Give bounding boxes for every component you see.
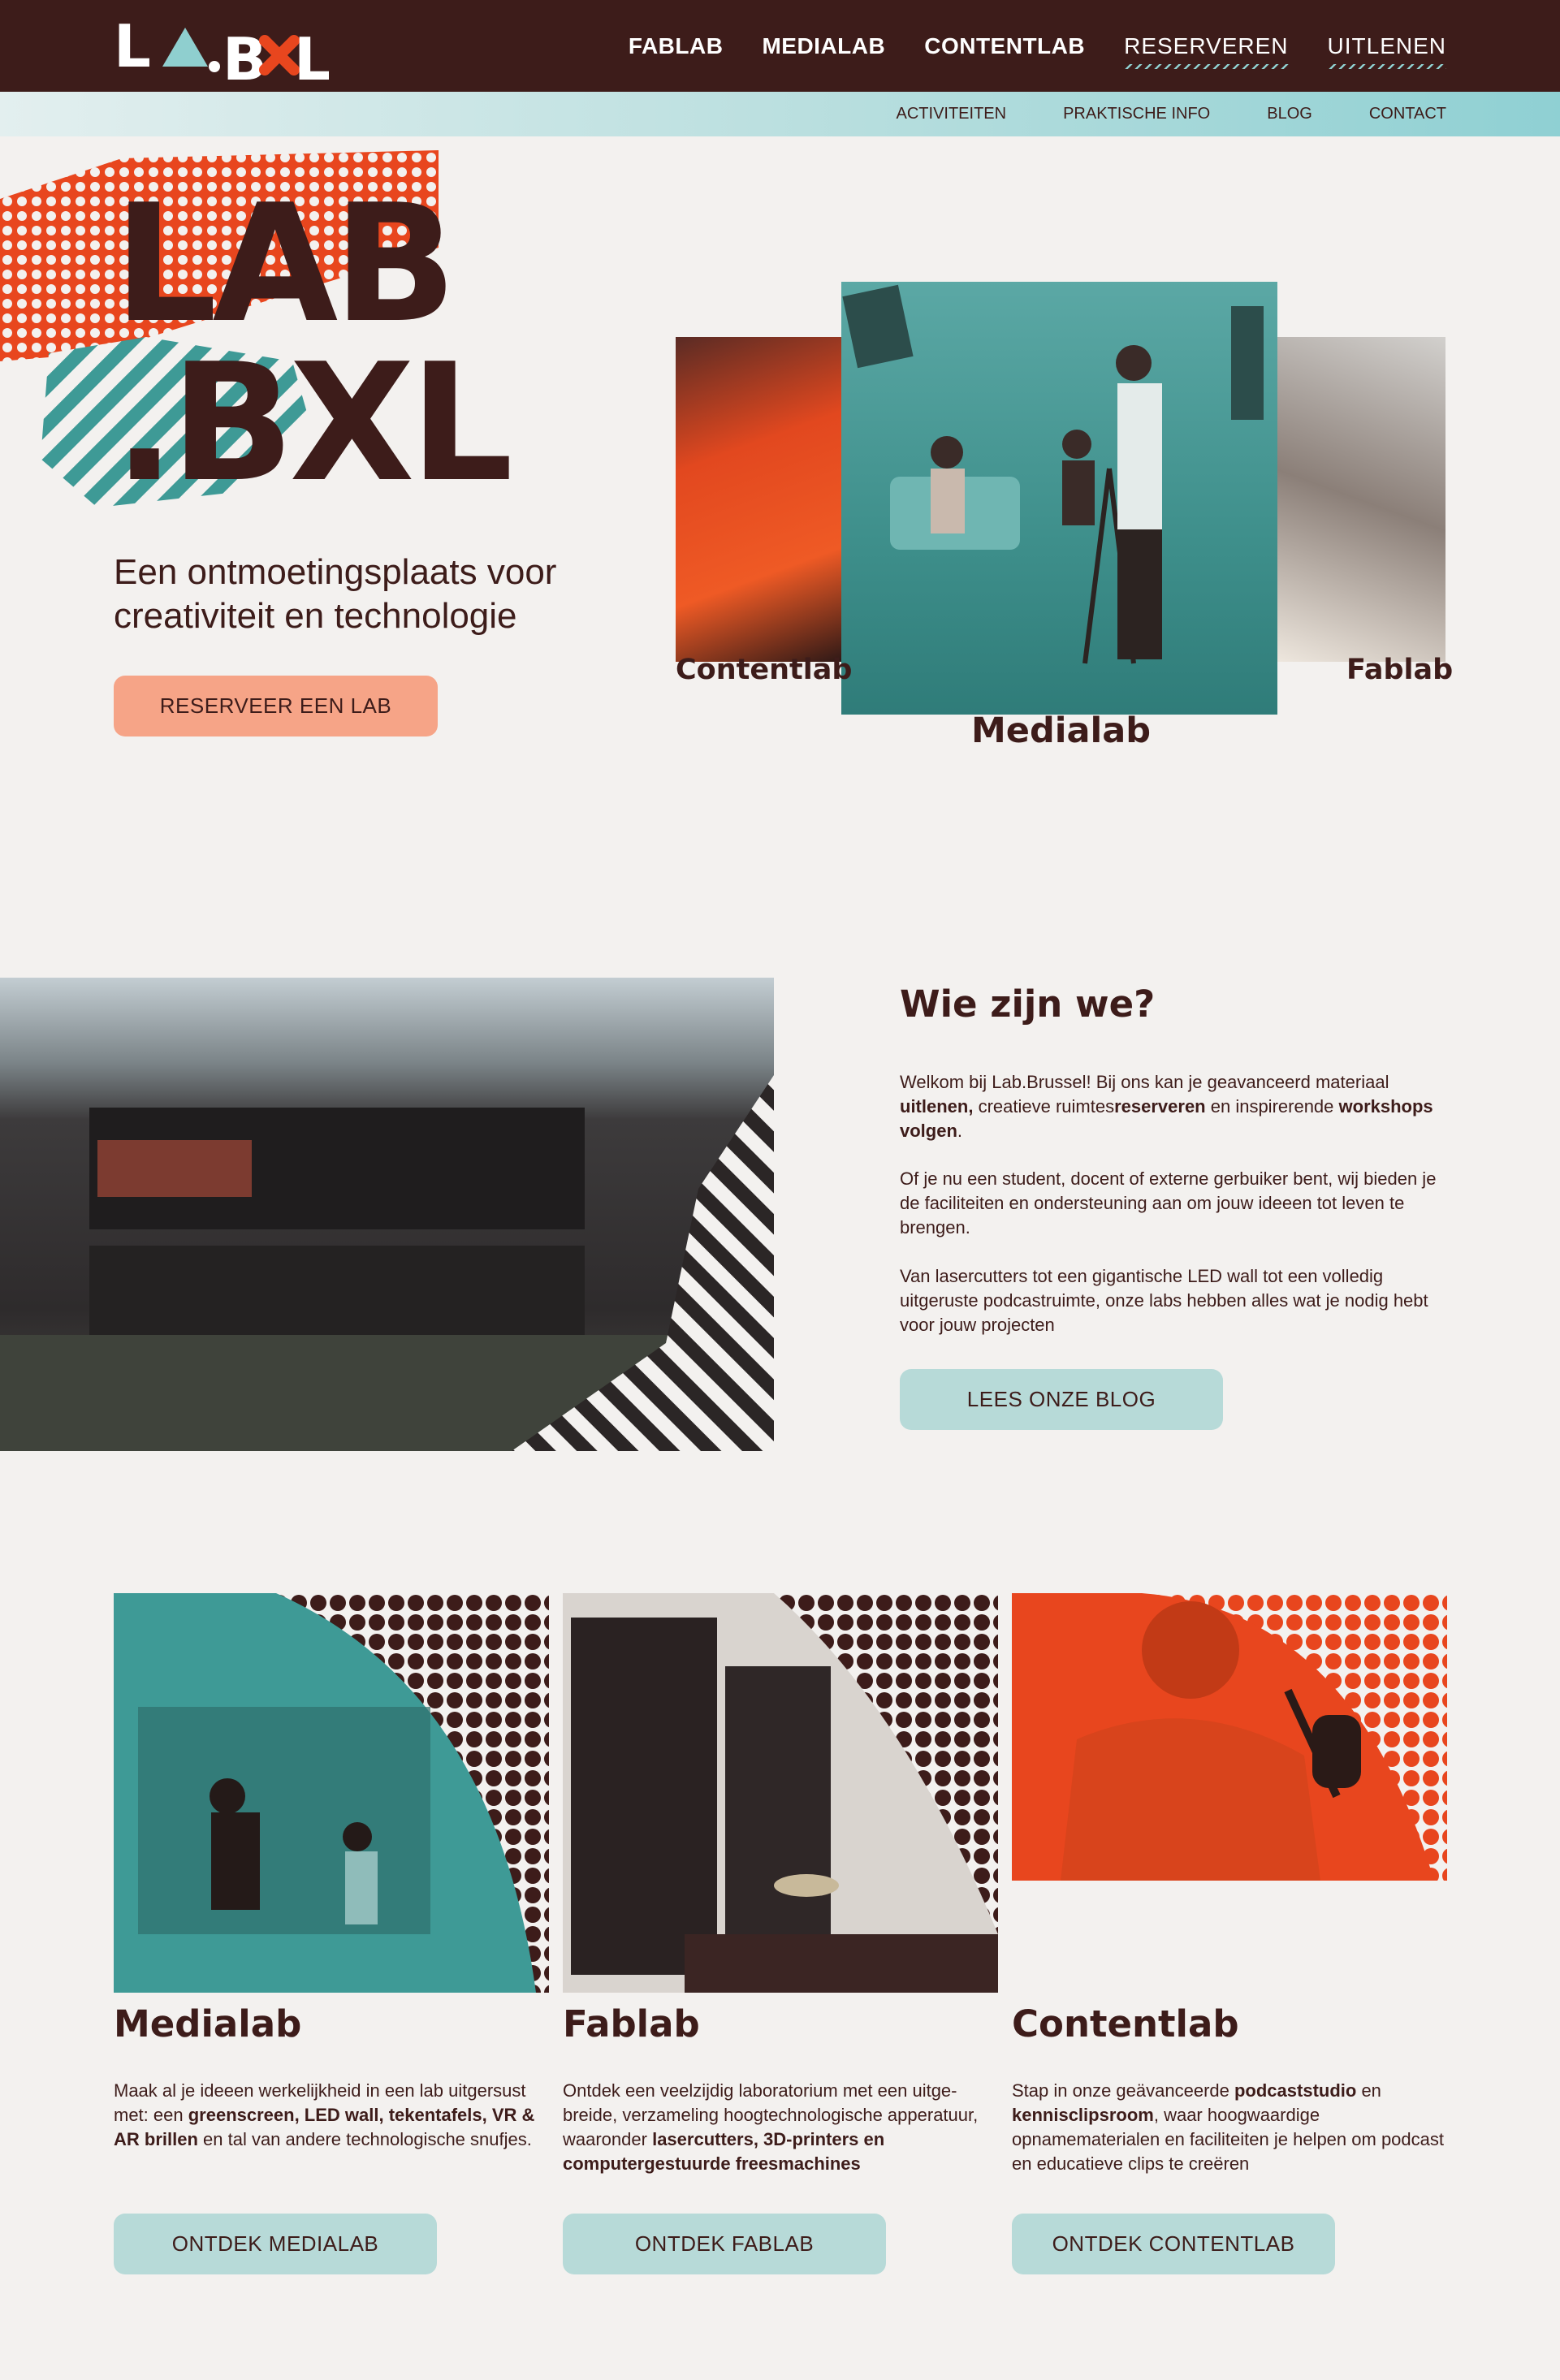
nav-contentlab[interactable]: CONTENTLAB xyxy=(924,33,1085,59)
building-photo xyxy=(0,978,774,1451)
medialab-photo-scene xyxy=(842,284,1264,664)
contentlab-photo[interactable] xyxy=(676,337,846,662)
caption-contentlab: Contentlab xyxy=(676,654,853,686)
read-blog-button[interactable]: LEES ONZE BLOG xyxy=(900,1369,1223,1430)
fablab-photo[interactable] xyxy=(1271,337,1445,662)
fablab-card-photo[interactable] xyxy=(563,1593,998,1993)
subnav-blog[interactable]: BLOG xyxy=(1267,105,1312,123)
medialab-photo[interactable] xyxy=(841,282,1277,715)
about-paragraph-3: Van lasercutters tot een gigantische LED… xyxy=(900,1266,1428,1335)
svg-text:L: L xyxy=(294,25,329,84)
hero-title: LAB .BXL xyxy=(114,170,513,518)
medialab-card-photo[interactable] xyxy=(114,1593,549,1993)
svg-text:B: B xyxy=(223,25,267,84)
medialab-description: Maak al je ideeen werkelijkheid in een l… xyxy=(114,2080,535,2149)
nav-fablab[interactable]: FABLAB xyxy=(629,33,724,59)
nav-uitlenen[interactable]: UITLENEN xyxy=(1327,33,1447,69)
svg-text:L: L xyxy=(114,12,151,80)
about-heading: Wie zijn we? xyxy=(900,983,1156,1026)
contentlab-card-photo[interactable] xyxy=(1012,1593,1447,1881)
building-photo-scene xyxy=(0,1075,774,1451)
discover-medialab-button[interactable]: ONTDEK MEDIALAB xyxy=(114,2214,437,2274)
discover-contentlab-button[interactable]: ONTDEK CONTENTLAB xyxy=(1012,2214,1335,2274)
contentlab-description: Stap in onze geävanceerde podcaststudio … xyxy=(1012,2080,1444,2174)
about-paragraph-2: Of je nu een student, docent of externe … xyxy=(900,1168,1437,1238)
caption-medialab: Medialab xyxy=(971,711,1152,751)
nav-medialab[interactable]: MEDIALAB xyxy=(762,33,885,59)
contentlab-title: Contentlab xyxy=(1012,2002,1239,2045)
lab-bxl-logo[interactable]: L B L xyxy=(114,10,329,84)
subnav-contact[interactable]: CONTACT xyxy=(1369,105,1446,123)
medialab-title: Medialab xyxy=(114,2002,302,2045)
subnav-activiteiten[interactable]: ACTIVITEITEN xyxy=(897,105,1007,123)
nav-reserveren[interactable]: RESERVEREN xyxy=(1124,33,1289,69)
main-navigation: FABLAB MEDIALAB CONTENTLAB RESERVEREN UI… xyxy=(629,0,1447,92)
subnav-praktische-info[interactable]: PRAKTISCHE INFO xyxy=(1063,105,1210,123)
discover-fablab-button[interactable]: ONTDEK FABLAB xyxy=(563,2214,886,2274)
secondary-navigation: ACTIVITEITEN PRAKTISCHE INFO BLOG CONTAC… xyxy=(897,92,1446,136)
about-paragraph-1: Welkom bij Lab.Brussel! Bij ons kan je g… xyxy=(900,1072,1433,1141)
fablab-description: Ontdek een veelzijdig laboratorium met e… xyxy=(563,2080,979,2174)
caption-fablab: Fablab xyxy=(1346,654,1454,686)
reserve-lab-button[interactable]: RESERVEER EEN LAB xyxy=(114,676,438,736)
hero-subtitle: Een ontmoetingsplaats voor creativiteit … xyxy=(114,552,557,636)
fablab-title: Fablab xyxy=(563,2002,700,2045)
